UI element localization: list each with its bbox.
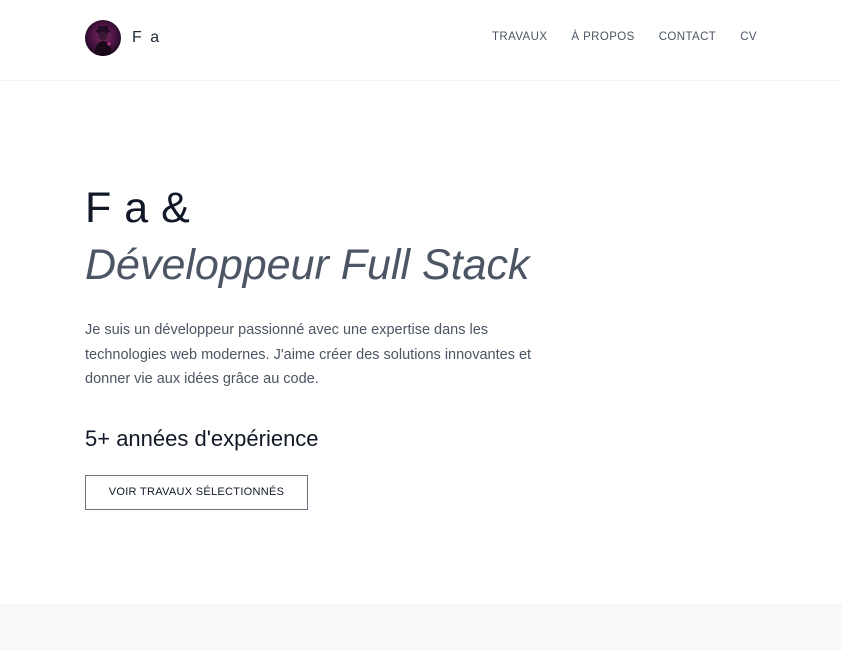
view-selected-work-button[interactable]: VOIR TRAVAUX SÉLECTIONNÉS (85, 474, 308, 510)
avatar (85, 20, 121, 56)
hero-title-role: Développeur Full Stack (85, 241, 530, 289)
nav-link-cv[interactable]: CV (740, 31, 757, 43)
brand-name: F a (132, 29, 162, 46)
hero-description: Je suis un développeur passionné avec un… (85, 322, 532, 387)
site-header: F a TRAVAUX À PROPOS CONTACT CV (0, 0, 842, 81)
main-nav: TRAVAUX À PROPOS CONTACT CV (468, 31, 757, 43)
nav-link-a-propos[interactable]: À PROPOS (571, 31, 634, 43)
experience-heading: 5+ années d'expérience (85, 425, 319, 451)
avatar-icon (94, 26, 112, 56)
hero-title: F a & Développeur Full Stack (85, 183, 685, 290)
brand-link[interactable]: F a (85, 20, 161, 56)
next-section (0, 604, 842, 651)
nav-link-travaux[interactable]: TRAVAUX (492, 31, 547, 43)
hero-title-name: F a & (85, 184, 191, 232)
nav-link-contact[interactable]: CONTACT (659, 31, 717, 43)
hero-section: F a & Développeur Full Stack Je suis un … (85, 180, 685, 510)
